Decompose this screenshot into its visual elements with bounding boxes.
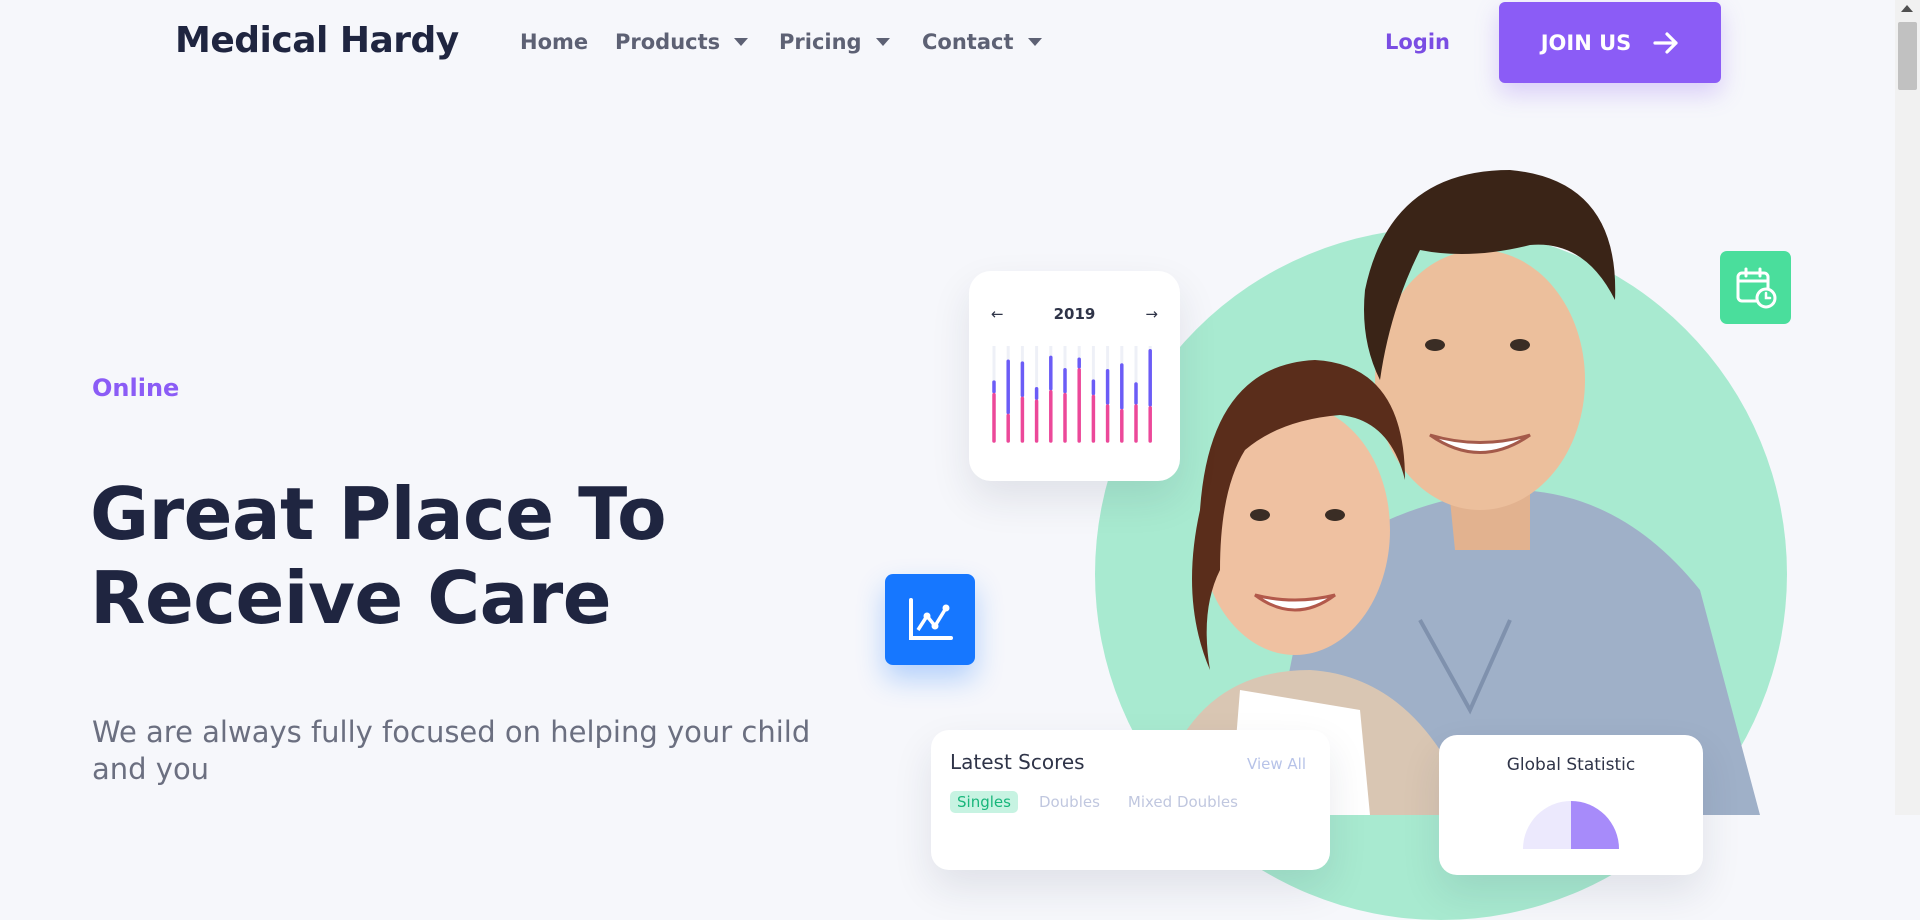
nav-home-label: Home [520, 30, 589, 54]
chart-year: 2019 [1053, 305, 1096, 323]
join-us-label: JOIN US [1540, 30, 1632, 55]
nav-home[interactable]: Home [520, 30, 588, 54]
tab-doubles[interactable]: Doubles [1032, 791, 1107, 813]
scroll-up-arrow-icon[interactable] [1901, 5, 1913, 12]
arrow-right-icon [1653, 31, 1678, 54]
headline-line-1: Great Place To [90, 472, 667, 556]
nav-contact-label: Contact [922, 30, 1014, 54]
chevron-down-icon [875, 38, 890, 46]
chevron-down-icon [734, 38, 749, 46]
global-statistic-title: Global Statistic [1506, 755, 1636, 775]
tab-mixed-doubles[interactable]: Mixed Doubles [1121, 791, 1245, 813]
headline-line-2: Receive Care [90, 556, 612, 640]
donut-chart [1523, 801, 1619, 849]
nav-products[interactable]: Products [615, 30, 749, 54]
brand-logo[interactable]: Medical Hardy [175, 20, 459, 61]
chevron-down-icon [1027, 38, 1042, 46]
hero-eyebrow: Online [92, 374, 180, 402]
scrollbar-thumb[interactable] [1898, 22, 1917, 90]
prev-year-arrow[interactable]: ← [991, 305, 1004, 323]
next-year-arrow[interactable]: → [1145, 305, 1158, 323]
calendar-tile[interactable] [1720, 251, 1791, 324]
calendar-clock-icon [1736, 267, 1776, 308]
view-all-link[interactable]: View All [1247, 755, 1306, 773]
latest-scores-card: Latest Scores View All Singles Doubles M… [931, 730, 1330, 870]
page-scrollbar[interactable] [1895, 0, 1920, 815]
tab-singles[interactable]: Singles [950, 791, 1018, 813]
couple-illustration [1150, 170, 1760, 815]
nav-products-label: Products [615, 30, 721, 54]
hero-subtext: We are always fully focused on helping y… [92, 715, 811, 786]
login-link[interactable]: Login [1385, 30, 1450, 54]
nav-pricing[interactable]: Pricing [779, 30, 890, 54]
line-chart-icon [909, 597, 953, 640]
mini-bar-chart [992, 346, 1152, 443]
scores-tabs: Singles Doubles Mixed Doubles [950, 791, 1245, 813]
chart-card-header: ← 2019 → [969, 305, 1180, 323]
global-statistic-card: Global Statistic [1439, 735, 1703, 875]
hero-headline: Great Place To Receive Care [90, 472, 810, 640]
nav-pricing-label: Pricing [779, 30, 862, 54]
yearly-chart-card: ← 2019 → [969, 271, 1180, 481]
nav-contact[interactable]: Contact [922, 30, 1042, 54]
scores-card-title: Latest Scores [950, 750, 1085, 774]
analytics-tile[interactable] [885, 574, 975, 665]
join-us-button[interactable]: JOIN US [1499, 2, 1721, 83]
